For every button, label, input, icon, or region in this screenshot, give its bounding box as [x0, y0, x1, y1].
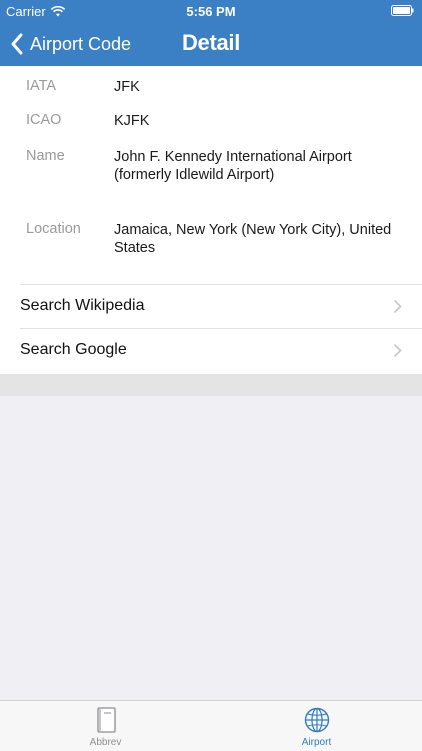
- book-icon: [96, 707, 116, 733]
- battery-icon: [391, 5, 414, 16]
- search-google-label: Search Google: [20, 341, 127, 358]
- status-time: 5:56 PM: [186, 4, 236, 19]
- detail-value: John F. Kennedy International Airport (f…: [114, 149, 352, 183]
- chevron-right-icon: [393, 299, 402, 314]
- tab-airport[interactable]: Airport: [211, 701, 422, 751]
- detail-label: IATA: [26, 78, 57, 94]
- detail-label: ICAO: [26, 112, 62, 128]
- search-google-row[interactable]: Search Google: [0, 329, 422, 373]
- detail-label: Name: [26, 148, 65, 164]
- detail-value: KJFK: [114, 113, 150, 129]
- globe-icon: [304, 707, 329, 733]
- chevron-right-icon: [393, 343, 402, 358]
- tab-abbrev-label: Abbrev: [89, 737, 122, 748]
- detail-value: Jamaica, New York (New York City), Unite…: [114, 222, 392, 256]
- detail-label: Location: [26, 221, 81, 237]
- tab-abbrev[interactable]: Abbrev: [0, 701, 211, 751]
- search-wikipedia-row[interactable]: Search Wikipedia: [0, 285, 422, 329]
- status-bar: Carrier 5:56 PM: [0, 0, 422, 22]
- detail-section: IATA JFK ICAO KJFK Name John F. Kennedy …: [0, 66, 422, 374]
- detail-value: JFK: [114, 79, 140, 95]
- top-bar: Carrier 5:56 PM Airport Code Detail: [0, 0, 422, 66]
- navigation-bar: Airport Code Detail: [0, 22, 422, 66]
- page-title: Detail: [181, 30, 241, 55]
- search-wikipedia-label: Search Wikipedia: [20, 297, 145, 314]
- tab-bar: Abbrev Airport: [0, 700, 422, 751]
- section-footer-band: [0, 374, 422, 396]
- tab-airport-label: Airport: [301, 737, 332, 748]
